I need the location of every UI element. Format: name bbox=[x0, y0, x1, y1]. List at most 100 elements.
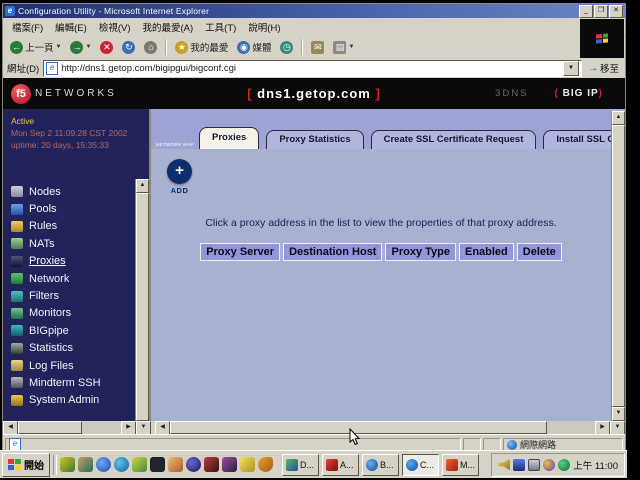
quicklaunch-icon-5[interactable] bbox=[132, 457, 147, 472]
quick-launch-bar bbox=[60, 457, 273, 472]
quicklaunch-icon-12[interactable] bbox=[258, 457, 273, 472]
maximize-button[interactable]: ❐ bbox=[594, 5, 608, 18]
tray-icon-2[interactable] bbox=[543, 459, 555, 471]
quicklaunch-icon-3[interactable] bbox=[96, 457, 111, 472]
internet-zone-icon bbox=[507, 440, 517, 450]
media-button[interactable]: ◉ 媒體 bbox=[234, 39, 274, 55]
menu-file[interactable]: 檔案(F) bbox=[7, 18, 48, 36]
quicklaunch-icon-11[interactable] bbox=[240, 457, 255, 472]
main-vertical-scrollbar[interactable]: ▲ ▼ bbox=[611, 111, 625, 421]
menu-tools[interactable]: 工具(T) bbox=[200, 18, 241, 36]
add-proxy-button[interactable]: + ADD bbox=[167, 159, 192, 195]
sidebar-item-statistics[interactable]: Statistics bbox=[11, 340, 133, 357]
sidebar-vertical-scrollbar[interactable]: ▲ bbox=[135, 179, 149, 421]
network-map-button[interactable]: NETWORK MAP bbox=[151, 141, 199, 149]
column-enabled[interactable]: Enabled bbox=[459, 243, 514, 261]
quicklaunch-icon-8[interactable] bbox=[186, 457, 201, 472]
menu-help[interactable]: 說明(H) bbox=[243, 18, 285, 36]
proxy-table-header-row: Proxy Server Destination Host Proxy Type… bbox=[151, 243, 611, 261]
window-title: Configuration Utility - Microsoft Intern… bbox=[18, 6, 579, 16]
sidebar-item-network[interactable]: Network bbox=[11, 270, 133, 287]
sidebar-item-log-files[interactable]: Log Files bbox=[11, 357, 133, 374]
quicklaunch-icon-7[interactable] bbox=[168, 457, 183, 472]
tab-proxies[interactable]: Proxies bbox=[199, 127, 259, 149]
print-button[interactable]: ▤ ▼ bbox=[330, 40, 357, 55]
mouse-cursor bbox=[349, 428, 361, 446]
log-files-icon bbox=[11, 360, 23, 371]
tray-icon-3[interactable] bbox=[558, 459, 570, 471]
title-bar[interactable]: e Configuration Utility - Microsoft Inte… bbox=[3, 4, 625, 18]
sidebar-item-bigpipe[interactable]: BIGpipe bbox=[11, 322, 133, 339]
mail-button[interactable]: ✉ bbox=[308, 40, 327, 55]
add-icon[interactable]: + bbox=[167, 159, 192, 184]
menu-edit[interactable]: 編輯(E) bbox=[50, 18, 92, 36]
status-datetime: Mon Sep 2 11:09:28 CST 2002 bbox=[11, 127, 143, 139]
scroll-up-icon[interactable]: ▲ bbox=[136, 179, 149, 193]
sidebar-item-nats[interactable]: NATs bbox=[11, 235, 133, 252]
nats-icon bbox=[11, 238, 23, 249]
tab-proxy-statistics[interactable]: Proxy Statistics bbox=[266, 130, 363, 149]
menu-favorites[interactable]: 我的最愛(A) bbox=[137, 18, 198, 36]
quicklaunch-icon-4[interactable] bbox=[114, 457, 129, 472]
task-button-3[interactable]: B... bbox=[362, 454, 399, 476]
sidebar-item-pools[interactable]: Pools bbox=[11, 200, 133, 217]
task-button-5[interactable]: M... bbox=[442, 454, 479, 476]
start-button[interactable]: 開始 bbox=[2, 453, 50, 477]
horizontal-scroll-row: ◀ ▶ ▼ ◀ ▶ ▼ bbox=[3, 421, 625, 434]
ie-throbber-logo bbox=[580, 19, 624, 58]
instruction-text: Click a proxy address in the list to vie… bbox=[151, 217, 611, 229]
scroll-up-icon[interactable]: ▲ bbox=[612, 111, 625, 125]
main-horizontal-scrollbar[interactable]: ◀ ▶ bbox=[155, 421, 610, 434]
sidebar-item-system-admin[interactable]: System Admin bbox=[11, 392, 133, 409]
quicklaunch-icon-9[interactable] bbox=[204, 457, 219, 472]
monitors-icon bbox=[11, 308, 23, 319]
go-button[interactable]: → 移至 bbox=[586, 61, 621, 75]
history-button[interactable]: ◷ bbox=[277, 40, 296, 55]
stop-button[interactable]: ✕ bbox=[97, 40, 116, 55]
volume-icon[interactable] bbox=[498, 459, 510, 471]
column-delete[interactable]: Delete bbox=[517, 243, 562, 261]
close-button[interactable]: ✕ bbox=[609, 5, 623, 18]
main-frame: NETWORK MAP Proxies Proxy Statistics Cre… bbox=[149, 109, 625, 421]
forward-button[interactable]: → ▼ bbox=[67, 40, 94, 55]
task-button-2[interactable]: A... bbox=[322, 454, 359, 476]
quicklaunch-icon-1[interactable] bbox=[60, 457, 75, 472]
sidebar-item-filters[interactable]: Filters bbox=[11, 287, 133, 304]
home-button[interactable]: ⌂ bbox=[141, 40, 160, 55]
address-input[interactable] bbox=[61, 62, 563, 74]
tab-band: NETWORK MAP Proxies Proxy Statistics Cre… bbox=[151, 109, 611, 149]
sidebar-item-rules[interactable]: Rules bbox=[11, 218, 133, 235]
sidebar-item-nodes[interactable]: Nodes bbox=[11, 183, 133, 200]
display-settings-icon[interactable] bbox=[528, 459, 540, 471]
stop-icon: ✕ bbox=[100, 41, 113, 54]
task-button-4-active[interactable]: C... bbox=[402, 454, 439, 476]
sidebar-item-monitors[interactable]: Monitors bbox=[11, 305, 133, 322]
column-proxy-server[interactable]: Proxy Server bbox=[200, 243, 280, 261]
proxies-icon bbox=[11, 256, 23, 267]
menu-view[interactable]: 檢視(V) bbox=[94, 18, 136, 36]
tray-icon-1[interactable] bbox=[513, 459, 525, 471]
quicklaunch-icon-2[interactable] bbox=[78, 457, 93, 472]
favorites-button[interactable]: ★ 我的最愛 bbox=[172, 39, 231, 55]
filters-icon bbox=[11, 291, 23, 302]
tab-install-ssl-certificate[interactable]: Install SSL Certifi bbox=[543, 130, 611, 149]
scrollbar-thumb[interactable] bbox=[136, 193, 149, 421]
sidebar-item-proxies[interactable]: Proxies bbox=[11, 253, 133, 270]
system-admin-icon bbox=[11, 395, 23, 406]
minimize-button[interactable]: _ bbox=[579, 5, 593, 18]
sidebar-horizontal-scrollbar[interactable]: ◀ ▶ bbox=[3, 421, 136, 434]
tab-create-ssl-certificate-request[interactable]: Create SSL Certificate Request bbox=[371, 130, 537, 149]
status-uptime: uptime: 20 days, 15:35:33 bbox=[11, 139, 143, 151]
back-button[interactable]: ← 上一頁 ▼ bbox=[7, 39, 64, 55]
quicklaunch-icon-6[interactable] bbox=[150, 457, 165, 472]
browser-toolbar: ← 上一頁 ▼ → ▼ ✕ ↻ ⌂ ★ 我的最愛 ◉ bbox=[3, 36, 579, 59]
refresh-button[interactable]: ↻ bbox=[119, 40, 138, 55]
quicklaunch-icon-10[interactable] bbox=[222, 457, 237, 472]
scrollbar-thumb[interactable] bbox=[612, 125, 625, 407]
column-proxy-type[interactable]: Proxy Type bbox=[385, 243, 456, 261]
sidebar-item-mindterm-ssh[interactable]: Mindterm SSH bbox=[11, 374, 133, 391]
address-dropdown-button[interactable]: ▼ bbox=[563, 61, 579, 76]
scroll-down-icon[interactable]: ▼ bbox=[612, 407, 625, 421]
column-destination-host[interactable]: Destination Host bbox=[283, 243, 382, 261]
task-button-1[interactable]: D... bbox=[282, 454, 319, 476]
